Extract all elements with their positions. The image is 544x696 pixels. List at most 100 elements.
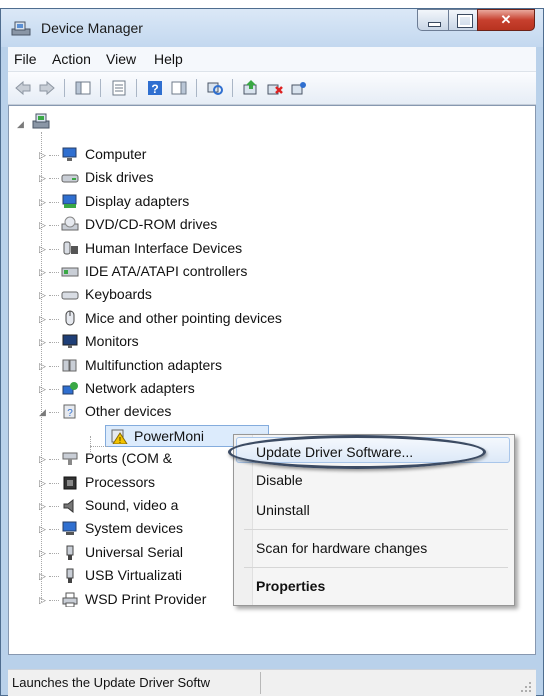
tree-line: [49, 178, 59, 180]
expand-arrow-icon[interactable]: ▷: [39, 361, 47, 371]
close-icon: ✕: [500, 12, 512, 27]
maximize-icon: [457, 14, 473, 28]
usb-virtual-icon: [66, 568, 74, 584]
menu-file[interactable]: File: [14, 51, 37, 67]
menu-help[interactable]: Help: [154, 51, 183, 67]
expand-arrow-icon[interactable]: ▷: [39, 267, 47, 277]
system-device-icon: [62, 521, 77, 536]
help-icon[interactable]: ?: [146, 79, 164, 97]
toolbar-separator: [136, 79, 137, 97]
minimize-icon: [428, 22, 441, 27]
svg-text:?: ?: [67, 408, 73, 419]
close-button[interactable]: ✕: [477, 9, 535, 31]
menu-separator: [244, 567, 508, 568]
show-hide-console-tree-icon[interactable]: [74, 79, 92, 97]
expand-arrow-icon[interactable]: ▷: [39, 150, 47, 160]
tree-item-label: Processors: [85, 473, 156, 490]
back-arrow-icon[interactable]: [14, 79, 32, 97]
tree-item-label: Sound, video a: [85, 497, 179, 513]
status-cell: Launches the Update Driver Softw: [8, 672, 261, 694]
tree-line: [49, 342, 59, 344]
resize-grip-icon[interactable]: [520, 681, 532, 693]
menu-action[interactable]: Action: [52, 51, 91, 67]
tree-line: [49, 225, 59, 227]
expand-arrow-icon[interactable]: ▷: [39, 244, 47, 254]
tree-line: [49, 506, 59, 507]
tree-line: [49, 389, 59, 390]
menu-view[interactable]: View: [106, 51, 136, 67]
disable-device-icon[interactable]: [266, 79, 284, 97]
expand-arrow-icon[interactable]: ▷: [39, 384, 47, 394]
expand-arrow-icon[interactable]: ▷: [39, 197, 47, 207]
expand-arrow-icon[interactable]: ▷: [39, 454, 47, 464]
properties-icon[interactable]: [110, 79, 128, 97]
tree-line: [49, 552, 59, 554]
tree-item-label: Network adapters: [85, 380, 195, 396]
annotation-ellipse: [228, 435, 486, 469]
action-pane-icon[interactable]: [170, 79, 188, 97]
caption-buttons: ✕: [417, 9, 535, 31]
tree-line: [49, 365, 59, 367]
tree-line: [49, 529, 59, 531]
computer-icon: [62, 147, 77, 161]
tree-item-label: Display adapters: [85, 192, 190, 209]
menu-item-label: Uninstall: [256, 502, 310, 518]
tree-line: [49, 295, 59, 297]
uninstall-device-icon[interactable]: [290, 79, 308, 97]
dvd-drive-icon: [61, 216, 79, 231]
menu-item-label: Properties: [256, 578, 326, 594]
tree-item-label: Computer: [85, 146, 147, 162]
menu-item-scan[interactable]: Scan for hardware changes: [234, 535, 514, 561]
network-adapter-icon: [62, 382, 78, 395]
tree-line: [49, 459, 59, 461]
status-bar: Launches the Update Driver Softw: [8, 669, 536, 696]
expand-arrow-icon[interactable]: ▷: [39, 314, 47, 324]
tree-item-label: PowerMoni: [134, 427, 205, 444]
collapse-arrow-icon[interactable]: ◢: [39, 407, 47, 417]
menu-item-disable[interactable]: Disable: [234, 467, 514, 493]
tree-line: [90, 436, 91, 454]
disk-drive-icon: [61, 174, 79, 183]
tree-line: [49, 599, 59, 601]
toolbar-separator: [100, 79, 101, 97]
menu-bar: File Action View Help: [8, 47, 536, 72]
update-driver-icon[interactable]: [242, 79, 260, 97]
expand-arrow-icon[interactable]: ▷: [39, 571, 47, 581]
menu-item-label: Disable: [256, 472, 303, 488]
title-bar[interactable]: Device Manager ✕: [1, 9, 543, 47]
menu-item-uninstall[interactable]: Uninstall: [234, 497, 514, 523]
svg-text:!: !: [119, 436, 121, 444]
expand-arrow-icon[interactable]: ▷: [39, 548, 47, 558]
expand-arrow-icon[interactable]: ▷: [39, 173, 47, 183]
tree-line: [49, 318, 59, 320]
minimize-button[interactable]: [417, 9, 449, 31]
expand-arrow-icon[interactable]: ▷: [39, 478, 47, 488]
expand-arrow-icon[interactable]: ▷: [39, 524, 47, 534]
scan-hardware-icon[interactable]: [206, 79, 224, 97]
toolbar: ?: [8, 72, 536, 105]
forward-arrow-icon[interactable]: [38, 79, 56, 97]
display-adapter-icon: [62, 194, 77, 208]
maximize-button[interactable]: [448, 9, 478, 31]
menu-item-properties[interactable]: Properties: [234, 573, 514, 599]
expand-arrow-icon[interactable]: ▷: [39, 290, 47, 300]
toolbar-separator: [64, 79, 65, 97]
tree-line: [49, 576, 59, 578]
expand-arrow-icon[interactable]: ▷: [39, 501, 47, 511]
tree-item-label: Mice and other pointing devices: [85, 309, 282, 326]
expand-arrow-icon[interactable]: ▷: [39, 220, 47, 230]
expand-arrow-icon[interactable]: ▷: [39, 337, 47, 347]
menu-separator: [244, 529, 508, 530]
tree-item-label: Keyboards: [85, 286, 152, 303]
multifunction-icon: [62, 359, 77, 372]
tree-item-label: Other devices: [85, 403, 172, 420]
tree-item-label: Multifunction adapters: [85, 356, 222, 373]
tree-item-label: Universal Serial: [85, 543, 184, 560]
status-text: Launches the Update Driver Softw: [12, 675, 210, 690]
collapse-arrow-icon[interactable]: ◢: [17, 119, 25, 129]
tree-item-label: Disk drives: [85, 169, 154, 186]
expand-arrow-icon[interactable]: ▷: [39, 595, 47, 605]
computer-root-icon: [32, 113, 50, 129]
processor-icon: [63, 476, 77, 490]
tree-line: [49, 201, 59, 203]
